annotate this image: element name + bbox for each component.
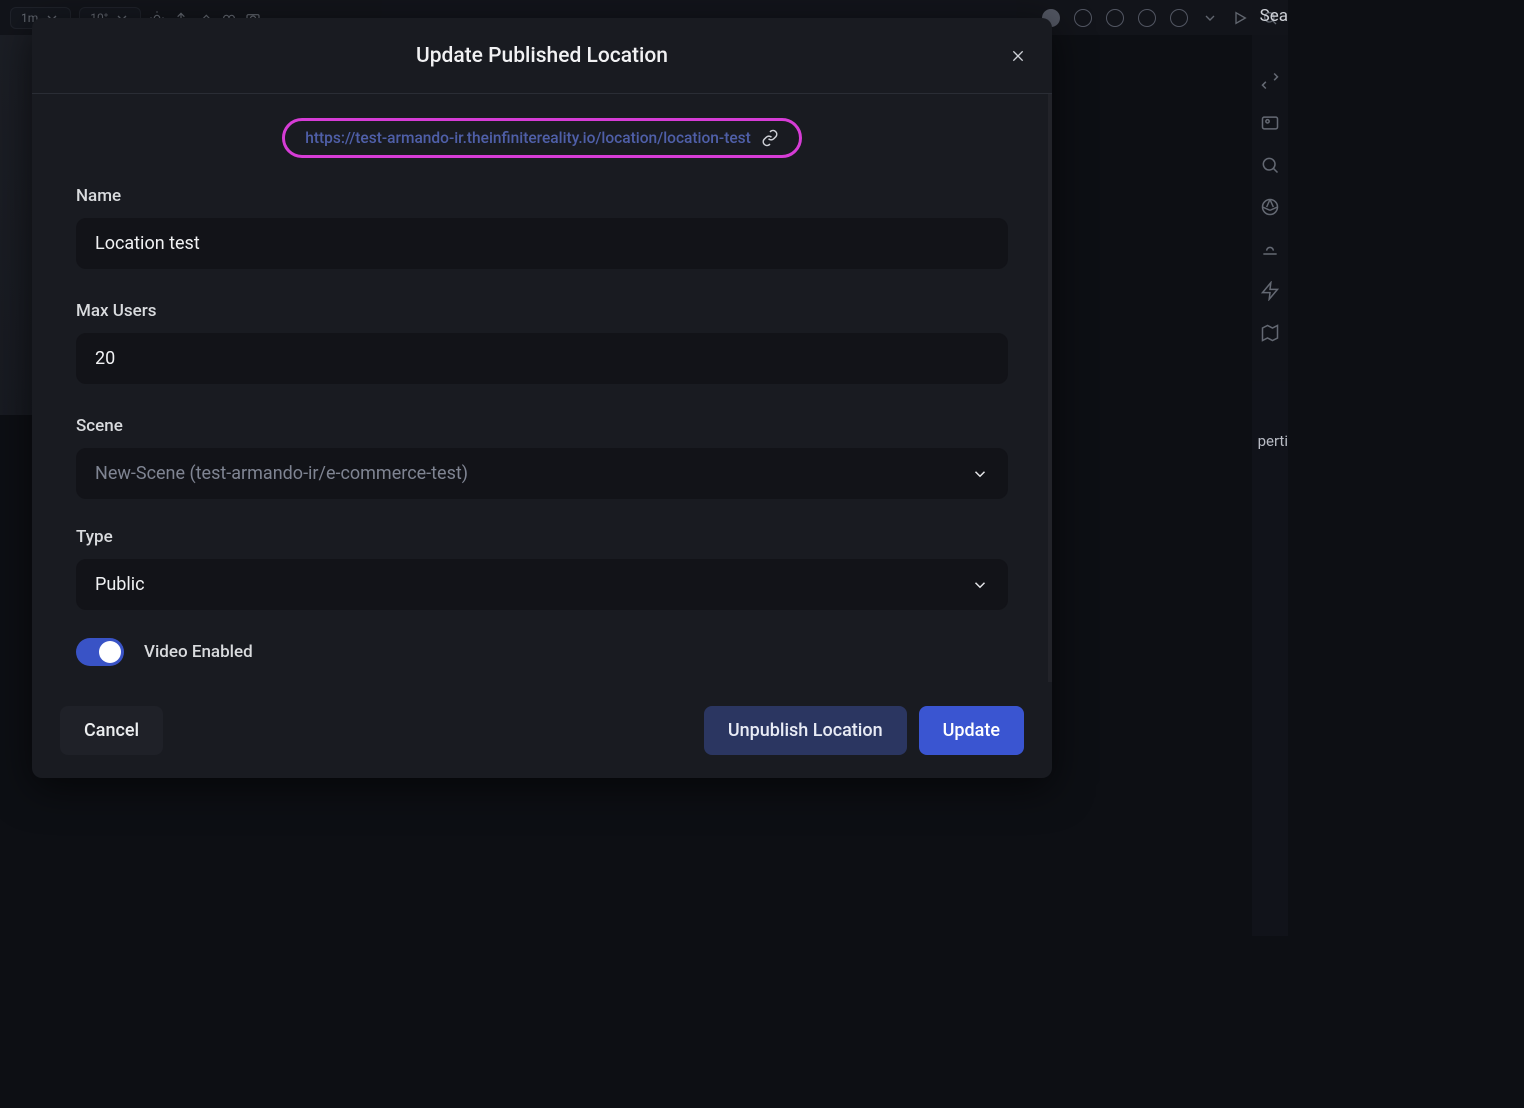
- bg-globe2-icon: [1170, 9, 1188, 27]
- aperture-icon: [1260, 197, 1280, 217]
- unpublish-button[interactable]: Unpublish Location: [704, 706, 907, 755]
- scene-value: New-Scene (test-armando-ir/e-commerce-te…: [95, 463, 468, 484]
- link-icon: [761, 129, 779, 147]
- max-users-label: Max Users: [76, 301, 1008, 321]
- update-button[interactable]: Update: [919, 706, 1024, 755]
- chevron-down-icon: [971, 576, 989, 594]
- max-users-input[interactable]: [76, 333, 1008, 384]
- location-url-text: https://test-armando-ir.theinfinitereali…: [305, 129, 751, 147]
- search2-icon: [1260, 155, 1280, 175]
- bg-globe-icon: [1138, 9, 1156, 27]
- bg-circle-icon: [1074, 9, 1092, 27]
- video-enabled-label: Video Enabled: [144, 642, 253, 662]
- modal-title: Update Published Location: [416, 44, 668, 68]
- type-label: Type: [76, 527, 1008, 547]
- bg-topbar-right: [1042, 9, 1278, 27]
- close-icon: [1010, 48, 1026, 64]
- bg-properties-text: perti: [1258, 432, 1288, 450]
- video-toggle-row: Video Enabled: [76, 638, 1008, 666]
- image-icon: [1260, 113, 1280, 133]
- type-value: Public: [95, 574, 145, 595]
- close-button[interactable]: [1004, 42, 1032, 70]
- swap-icon: [1260, 71, 1280, 91]
- play-icon: [1232, 10, 1248, 26]
- modal-footer: Cancel Unpublish Location Update: [32, 682, 1052, 778]
- chevron-down-icon: [1202, 10, 1218, 26]
- bolt-icon: [1260, 281, 1280, 301]
- scene-select[interactable]: New-Scene (test-armando-ir/e-commerce-te…: [76, 448, 1008, 499]
- bg-smile-icon: [1106, 9, 1124, 27]
- bg-right-toolbar: [1252, 35, 1288, 936]
- bg-search-text: Sea: [1260, 6, 1288, 26]
- map-icon: [1260, 323, 1280, 343]
- modal-body: https://test-armando-ir.theinfinitereali…: [32, 94, 1052, 682]
- location-url-pill[interactable]: https://test-armando-ir.theinfinitereali…: [282, 118, 802, 158]
- type-select[interactable]: Public: [76, 559, 1008, 610]
- video-enabled-toggle[interactable]: [76, 638, 124, 666]
- update-location-modal: Update Published Location https://test-a…: [32, 18, 1052, 778]
- cancel-button[interactable]: Cancel: [60, 706, 163, 755]
- scene-label: Scene: [76, 416, 1008, 436]
- name-input[interactable]: [76, 218, 1008, 269]
- name-label: Name: [76, 186, 1008, 206]
- modal-header: Update Published Location: [32, 18, 1052, 94]
- chevron-down-icon: [971, 465, 989, 483]
- sunset-icon: [1260, 239, 1280, 259]
- scrollbar-track[interactable]: [1048, 94, 1052, 682]
